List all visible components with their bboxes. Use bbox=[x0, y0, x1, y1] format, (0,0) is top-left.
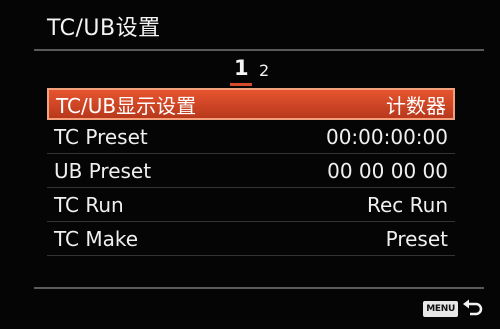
camera-menu-screen: TC/UB设置 1 2 TC/UB显示设置 计数器 TC Preset 00:0… bbox=[0, 0, 500, 329]
menu-item-ub-preset[interactable]: UB Preset 00 00 00 00 bbox=[47, 154, 455, 188]
footer-controls: MENU bbox=[423, 298, 484, 320]
menu-item-tc-run[interactable]: TC Run Rec Run bbox=[47, 188, 455, 222]
menu-item-value: 计数器 bbox=[386, 93, 446, 118]
page-1-tab[interactable]: 1 bbox=[234, 56, 249, 80]
menu-item-value: Rec Run bbox=[366, 192, 448, 217]
menu-item-value: 00:00:00:00 bbox=[325, 124, 448, 149]
menu-item-label: UB Preset bbox=[54, 158, 152, 183]
header-divider bbox=[34, 49, 484, 51]
menu-button-icon[interactable]: MENU bbox=[423, 301, 458, 317]
return-arrow-icon[interactable] bbox=[462, 299, 484, 319]
page-2-tab[interactable]: 2 bbox=[259, 61, 269, 80]
menu-item-value: Preset bbox=[385, 226, 448, 251]
menu-item-tcub-display-setting[interactable]: TC/UB显示设置 计数器 bbox=[47, 88, 455, 120]
settings-list: TC/UB显示设置 计数器 TC Preset 00:00:00:00 UB P… bbox=[47, 88, 455, 256]
menu-item-tc-make[interactable]: TC Make Preset bbox=[47, 222, 455, 256]
active-page-underline bbox=[230, 83, 252, 86]
menu-item-value: 00 00 00 00 bbox=[327, 158, 448, 183]
footer-divider bbox=[34, 287, 484, 289]
menu-item-label: TC Run bbox=[54, 192, 124, 217]
page-indicator: 1 2 bbox=[0, 56, 500, 86]
menu-item-label: TC/UB显示设置 bbox=[56, 93, 197, 118]
menu-item-tc-preset[interactable]: TC Preset 00:00:00:00 bbox=[47, 120, 455, 154]
menu-item-label: TC Make bbox=[54, 226, 139, 251]
menu-item-label: TC Preset bbox=[54, 124, 148, 149]
page-title: TC/UB设置 bbox=[47, 16, 161, 41]
